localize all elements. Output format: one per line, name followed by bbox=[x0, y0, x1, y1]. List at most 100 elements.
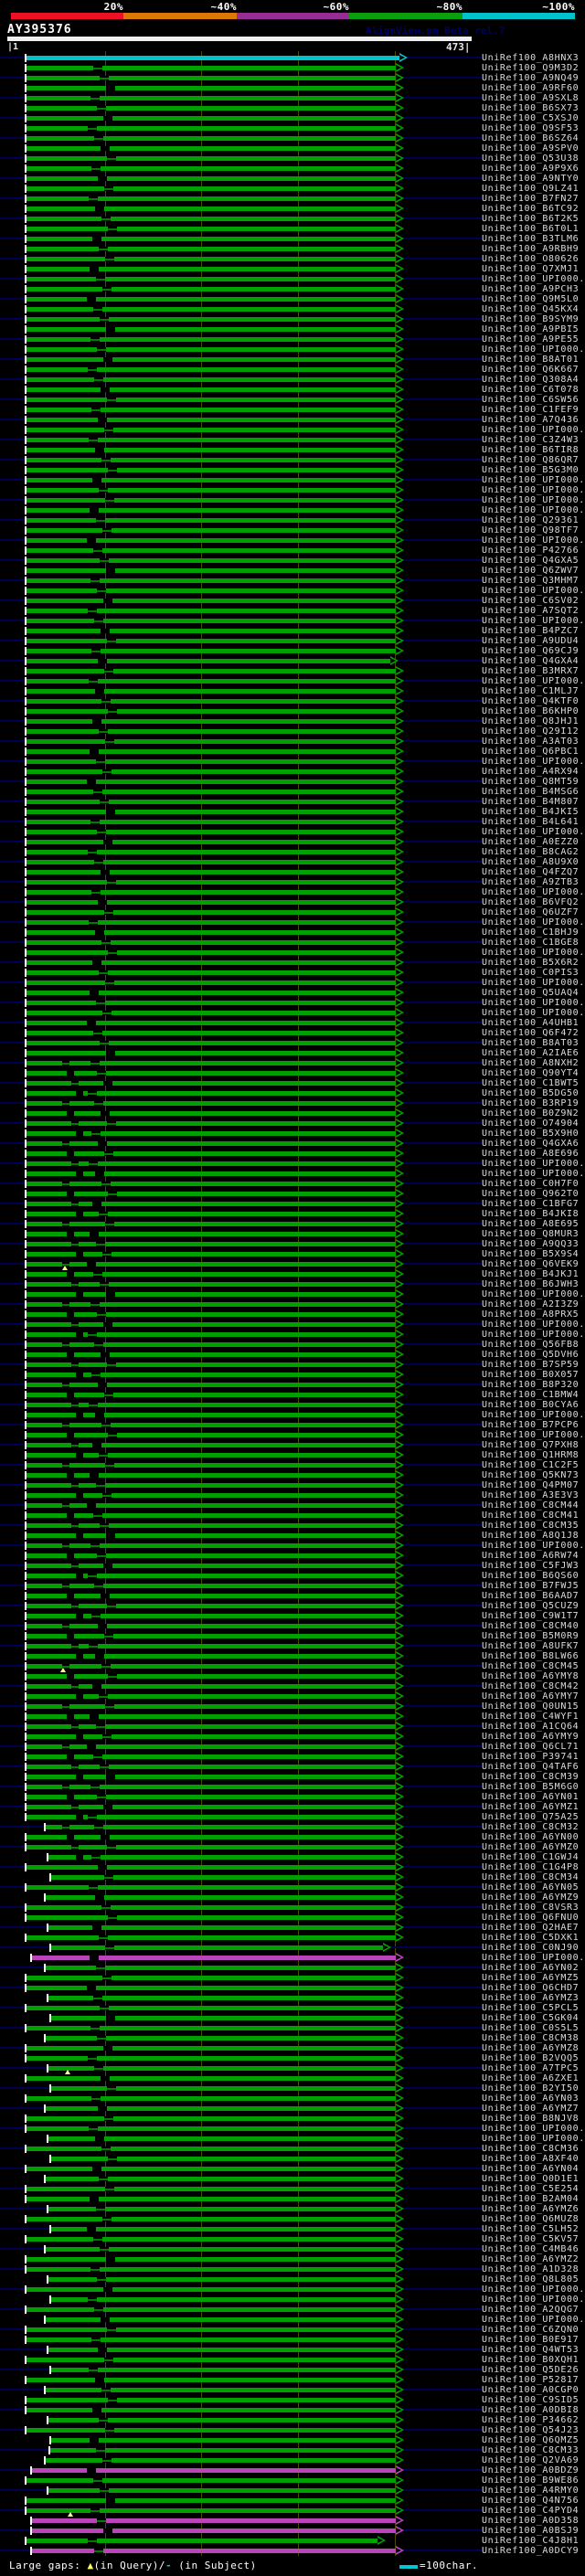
subject-label[interactable]: UniRef100_B2VQQ5 bbox=[482, 2053, 579, 2063]
subject-label[interactable]: UniRef100_B5X9H0 bbox=[482, 1129, 579, 1139]
subject-label[interactable]: UniRef100_B6QS60 bbox=[482, 1571, 579, 1581]
subject-label[interactable]: UniRef100_B2YI50 bbox=[482, 2083, 579, 2094]
subject-label[interactable]: UniRef100_B8CAG2 bbox=[482, 847, 579, 857]
subject-label[interactable]: UniRef100_A8Q1J8 bbox=[482, 1531, 579, 1541]
subject-label[interactable]: UniRef100_UPI000.. bbox=[482, 475, 585, 485]
subject-label[interactable]: UniRef100_B5DG50 bbox=[482, 1088, 579, 1098]
subject-label[interactable]: UniRef100_C8CM32 bbox=[482, 1822, 579, 1832]
subject-label[interactable]: UniRef100_Q6PBC1 bbox=[482, 747, 579, 757]
subject-label[interactable]: UniRef100_UPI000.. bbox=[482, 1953, 585, 1963]
subject-label[interactable]: UniRef100_B3TLM6 bbox=[482, 234, 579, 244]
subject-label[interactable]: UniRef100_A9NQ49 bbox=[482, 73, 579, 83]
subject-label[interactable]: UniRef100_A6YN03 bbox=[482, 2094, 579, 2104]
subject-label[interactable]: UniRef100_Q7XMJ1 bbox=[482, 264, 579, 274]
subject-label[interactable]: UniRef100_B6VFQ2 bbox=[482, 897, 579, 907]
subject-label[interactable]: UniRef100_UPI000.. bbox=[482, 1410, 585, 1420]
subject-label[interactable]: UniRef100_B7SP59 bbox=[482, 1360, 579, 1370]
subject-label[interactable]: UniRef100_Q8L805 bbox=[482, 2274, 579, 2284]
subject-label[interactable]: UniRef100_Q45KX4 bbox=[482, 304, 579, 314]
subject-label[interactable]: UniRef100_B5X6R2 bbox=[482, 958, 579, 968]
subject-label[interactable]: UniRef100_Q56FB8 bbox=[482, 1340, 579, 1350]
subject-label[interactable]: UniRef100_UPI000.. bbox=[482, 616, 585, 626]
subject-label[interactable]: UniRef100_A8E695 bbox=[482, 1219, 579, 1229]
subject-label[interactable]: UniRef100_C1C2F5 bbox=[482, 1460, 579, 1470]
subject-label[interactable]: UniRef100_C5E254 bbox=[482, 2184, 579, 2194]
subject-label[interactable]: UniRef100_A9ZTB3 bbox=[482, 877, 579, 887]
subject-label[interactable]: UniRef100_B5M6G0 bbox=[482, 1782, 579, 1792]
subject-label[interactable]: UniRef100_Q5KN73 bbox=[482, 1470, 579, 1480]
subject-label[interactable]: UniRef100_A0DBI8 bbox=[482, 2405, 579, 2415]
subject-label[interactable]: UniRef100_A2QQG7 bbox=[482, 2305, 579, 2315]
subject-label[interactable]: UniRef100_C4WYF1 bbox=[482, 1712, 579, 1722]
subject-label[interactable]: UniRef100_UPI000.. bbox=[482, 948, 585, 958]
subject-label[interactable]: UniRef100_B4JKJ1 bbox=[482, 1269, 579, 1279]
subject-label[interactable]: UniRef100_B2AM04 bbox=[482, 2194, 579, 2204]
subject-label[interactable]: UniRef100_UPI000.. bbox=[482, 505, 585, 515]
subject-label[interactable]: UniRef100_A9P9X6 bbox=[482, 164, 579, 174]
subject-label[interactable]: UniRef100_B8NJV8 bbox=[482, 2114, 579, 2124]
subject-label[interactable]: UniRef100_C4MB46 bbox=[482, 2244, 579, 2254]
subject-label[interactable]: UniRef100_C1FEF9 bbox=[482, 405, 579, 415]
subject-label[interactable]: UniRef100_Q4GXA5 bbox=[482, 556, 579, 566]
subject-label[interactable]: UniRef100_C1BFG7 bbox=[482, 1199, 579, 1209]
subject-label[interactable]: UniRef100_A7TPC5 bbox=[482, 2063, 579, 2073]
subject-label[interactable]: UniRef100_C1BHJ9 bbox=[482, 928, 579, 938]
subject-label[interactable]: UniRef100_C1GWJ4 bbox=[482, 1852, 579, 1862]
subject-label[interactable]: UniRef100_P34662 bbox=[482, 2415, 579, 2425]
subject-label[interactable]: UniRef100_UPI000.. bbox=[482, 887, 585, 897]
subject-label[interactable]: UniRef100_B9SYM9 bbox=[482, 314, 579, 324]
subject-label[interactable]: UniRef100_B0X057 bbox=[482, 1370, 579, 1380]
subject-label[interactable]: UniRef100_C6SV02 bbox=[482, 596, 579, 606]
subject-label[interactable]: UniRef100_B7FWJ5 bbox=[482, 1581, 579, 1591]
subject-label[interactable]: UniRef100_C8VSR3 bbox=[482, 1903, 579, 1913]
subject-label[interactable]: UniRef100_Q6MUZ8 bbox=[482, 2214, 579, 2224]
subject-label[interactable]: UniRef100_Q8MT59 bbox=[482, 777, 579, 787]
subject-label[interactable]: UniRef100_A2I3Z9 bbox=[482, 1299, 579, 1309]
subject-label[interactable]: UniRef100_Q86QR7 bbox=[482, 455, 579, 465]
subject-label[interactable]: UniRef100_A6YMZ2 bbox=[482, 2254, 579, 2264]
subject-label[interactable]: UniRef100_B5G3M0 bbox=[482, 465, 579, 475]
subject-label[interactable]: UniRef100_C5KV57 bbox=[482, 2234, 579, 2244]
subject-label[interactable]: UniRef100_A6YMY9 bbox=[482, 1732, 579, 1742]
subject-label[interactable]: UniRef100_Q75A25 bbox=[482, 1812, 579, 1822]
subject-label[interactable]: UniRef100_UPI000.. bbox=[482, 2315, 585, 2325]
subject-label[interactable]: UniRef100_Q4PM07 bbox=[482, 1480, 579, 1490]
subject-label[interactable]: UniRef100_O74904 bbox=[482, 1118, 579, 1129]
subject-label[interactable]: UniRef100_C8CM36 bbox=[482, 2144, 579, 2154]
subject-label[interactable]: UniRef100_A4RMY0 bbox=[482, 2486, 579, 2496]
subject-label[interactable]: UniRef100_A9RF60 bbox=[482, 83, 579, 93]
subject-label[interactable]: UniRef100_Q4WT53 bbox=[482, 2345, 579, 2355]
subject-label[interactable]: UniRef100_C1BWT5 bbox=[482, 1078, 579, 1088]
subject-label[interactable]: UniRef100_A0EZZ0 bbox=[482, 837, 579, 847]
subject-label[interactable]: UniRef100_Q308A4 bbox=[482, 375, 579, 385]
subject-label[interactable]: UniRef100_C6T078 bbox=[482, 385, 579, 395]
subject-label[interactable]: UniRef100_A0CGP0 bbox=[482, 2385, 579, 2395]
subject-label[interactable]: UniRef100_UPI000.. bbox=[482, 2134, 585, 2144]
subject-label[interactable]: UniRef100_UPI000.. bbox=[482, 978, 585, 988]
subject-label[interactable]: UniRef100_B4L641 bbox=[482, 817, 579, 827]
subject-label[interactable]: UniRef100_Q2VA69 bbox=[482, 2455, 579, 2465]
subject-label[interactable]: UniRef100_A7SQT2 bbox=[482, 606, 579, 616]
subject-label[interactable]: UniRef100_A1D328 bbox=[482, 2264, 579, 2274]
subject-label[interactable]: UniRef100_Q5DVH6 bbox=[482, 1350, 579, 1360]
subject-label[interactable]: UniRef100_A8XF40 bbox=[482, 2154, 579, 2164]
subject-label[interactable]: UniRef100_A8NXH2 bbox=[482, 1058, 579, 1068]
subject-label[interactable]: UniRef100_A0BSJ9 bbox=[482, 2526, 579, 2536]
subject-label[interactable]: UniRef100_C9W1T7 bbox=[482, 1611, 579, 1621]
subject-label[interactable]: UniRef100_B6TIR8 bbox=[482, 445, 579, 455]
subject-label[interactable]: UniRef100_C8CM35 bbox=[482, 1521, 579, 1531]
subject-label[interactable]: UniRef100_B6AAD7 bbox=[482, 1591, 579, 1601]
subject-label[interactable]: UniRef100_UPI000.. bbox=[482, 425, 585, 435]
subject-label[interactable]: UniRef100_C1BMW4 bbox=[482, 1390, 579, 1400]
subject-label[interactable]: UniRef100_Q9SF53 bbox=[482, 123, 579, 133]
subject-label[interactable]: UniRef100_UPI000.. bbox=[482, 1430, 585, 1440]
subject-label[interactable]: UniRef100_B5X9S4 bbox=[482, 1249, 579, 1259]
subject-label[interactable]: UniRef100_A6YMZ6 bbox=[482, 2204, 579, 2214]
subject-label[interactable]: UniRef100_C0PIS3 bbox=[482, 968, 579, 978]
subject-label[interactable]: UniRef100_Q69CJ9 bbox=[482, 646, 579, 656]
subject-label[interactable]: UniRef100_UPI000.. bbox=[482, 1169, 585, 1179]
subject-label[interactable]: UniRef100_B6SX73 bbox=[482, 103, 579, 113]
subject-label[interactable]: UniRef100_B4PZC7 bbox=[482, 626, 579, 636]
subject-label[interactable]: UniRef100_A4UHB1 bbox=[482, 1018, 579, 1028]
subject-label[interactable]: UniRef100_C4PYD4 bbox=[482, 2506, 579, 2516]
